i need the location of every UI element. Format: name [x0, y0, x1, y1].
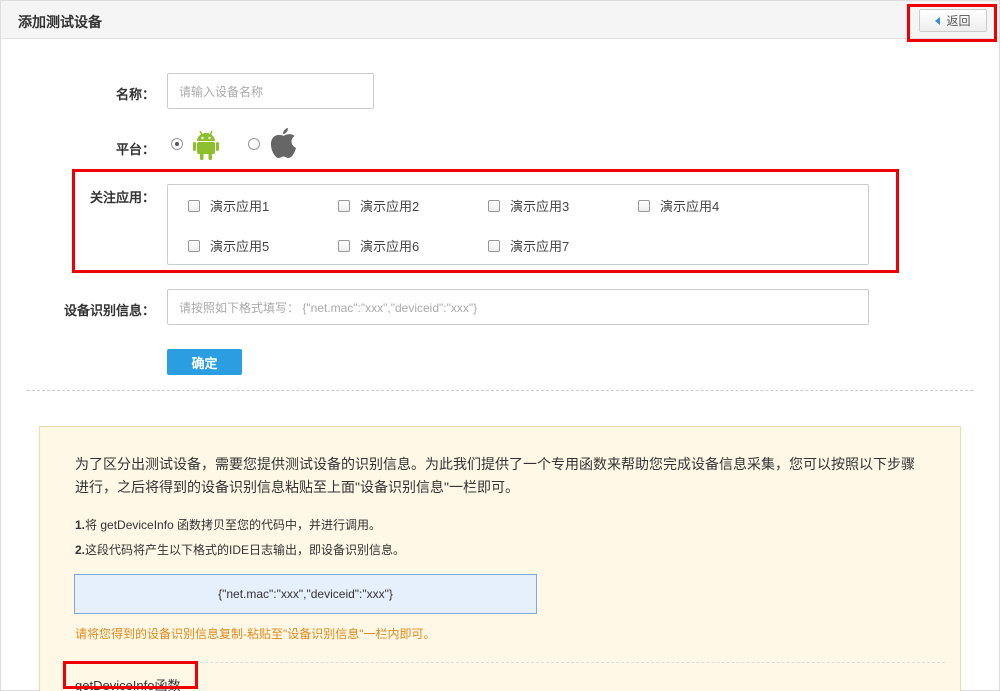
- android-radio[interactable]: [171, 138, 183, 150]
- step-2-number: 2.: [75, 543, 86, 557]
- page-title: 添加测试设备: [18, 14, 102, 30]
- app-label: 演示应用3: [510, 199, 570, 214]
- device-name-input[interactable]: 请输入设备名称: [167, 73, 374, 109]
- name-label: 名称：: [115, 87, 155, 102]
- checkbox[interactable]: [338, 239, 350, 252]
- app-checkbox-1[interactable]: 演示应用1: [188, 196, 269, 215]
- app-checkbox-4[interactable]: 演示应用4: [638, 196, 719, 215]
- app-label: 演示应用6: [360, 239, 420, 254]
- checkbox[interactable]: [188, 199, 200, 212]
- back-button-label: 返回: [946, 14, 971, 28]
- divider: [27, 390, 973, 391]
- apps-label: 关注应用：: [89, 190, 155, 205]
- app-checkbox-5[interactable]: 演示应用5: [188, 236, 269, 255]
- back-arrow-icon: [935, 16, 941, 25]
- app-label: 演示应用4: [660, 199, 720, 214]
- step-2: 2.这段代码将产生以下格式的IDE日志输出，即设备识别信息。: [75, 541, 405, 558]
- checkbox[interactable]: [488, 239, 500, 252]
- device-info-label: 设备识别信息：: [63, 303, 155, 318]
- apps-checkbox-group: 演示应用1 演示应用2 演示应用3 演示应用4 演示应用5 演示应用6 演示应用…: [167, 184, 869, 265]
- app-checkbox-7[interactable]: 演示应用7: [488, 236, 569, 255]
- function-title: getDeviceInfo函数: [75, 678, 181, 691]
- apple-icon: [270, 128, 296, 158]
- step-2-text: 这段代码将产生以下格式的IDE日志输出，即设备识别信息。: [85, 543, 406, 557]
- paste-tip: 请将您得到的设备识别信息复制-粘贴至"设备识别信息"一栏内即可。: [75, 627, 436, 641]
- app-checkbox-2[interactable]: 演示应用2: [338, 196, 419, 215]
- checkbox[interactable]: [638, 199, 650, 212]
- step-1: 1.将 getDeviceInfo 函数拷贝至您的代码中，并进行调用。: [75, 516, 381, 533]
- app-label: 演示应用1: [210, 199, 270, 214]
- android-icon: [193, 130, 219, 160]
- checkbox[interactable]: [338, 199, 350, 212]
- app-checkbox-6[interactable]: 演示应用6: [338, 236, 419, 255]
- page-header: 添加测试设备 返回: [1, 1, 999, 39]
- device-info-input[interactable]: 请按照如下格式填写： {"net.mac":"xxx","deviceid":"…: [167, 289, 869, 325]
- help-panel: 为了区分出测试设备，需要您提供测试设备的识别信息。为此我们提供了一个专用函数来帮…: [39, 426, 961, 691]
- app-label: 演示应用5: [210, 239, 270, 254]
- code-sample-box: {"net.mac":"xxx","deviceid":"xxx"}: [74, 574, 537, 614]
- app-label: 演示应用7: [510, 239, 570, 254]
- back-button[interactable]: 返回: [919, 9, 987, 32]
- confirm-button[interactable]: 确定: [167, 349, 242, 375]
- platform-label: 平台：: [115, 142, 155, 157]
- app-checkbox-3[interactable]: 演示应用3: [488, 196, 569, 215]
- app-label: 演示应用2: [360, 199, 420, 214]
- apple-radio[interactable]: [248, 138, 260, 150]
- help-paragraph: 为了区分出测试设备，需要您提供测试设备的识别信息。为此我们提供了一个专用函数来帮…: [75, 456, 915, 495]
- step-1-text: 将 getDeviceInfo 函数拷贝至您的代码中，并进行调用。: [85, 518, 382, 532]
- checkbox[interactable]: [488, 199, 500, 212]
- checkbox[interactable]: [188, 239, 200, 252]
- panel-divider: [65, 662, 945, 663]
- step-1-number: 1.: [75, 518, 86, 532]
